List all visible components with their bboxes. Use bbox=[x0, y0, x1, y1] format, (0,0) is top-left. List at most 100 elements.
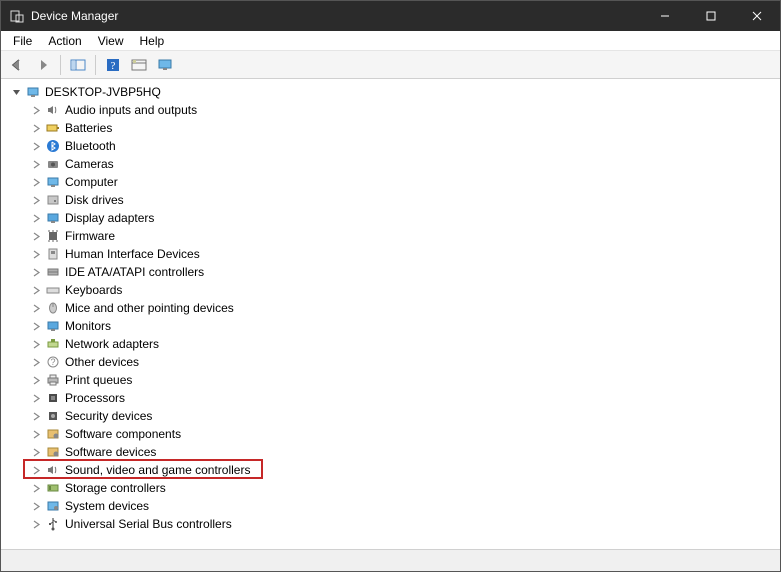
expander-icon[interactable] bbox=[29, 193, 43, 207]
tree-node[interactable]: Bluetooth bbox=[9, 137, 780, 155]
expander-icon[interactable] bbox=[29, 337, 43, 351]
tree-node-label: Processors bbox=[65, 391, 125, 405]
storage-icon bbox=[45, 480, 61, 496]
tree-node[interactable]: Monitors bbox=[9, 317, 780, 335]
tree-node[interactable]: Cameras bbox=[9, 155, 780, 173]
tree-node-label: Network adapters bbox=[65, 337, 159, 351]
tree-node[interactable]: Audio inputs and outputs bbox=[9, 101, 780, 119]
tree-node-label: System devices bbox=[65, 499, 149, 513]
expander-icon[interactable] bbox=[9, 85, 23, 99]
menu-help[interactable]: Help bbox=[132, 32, 173, 50]
expander-icon[interactable] bbox=[29, 301, 43, 315]
speaker-icon bbox=[45, 102, 61, 118]
sound-icon bbox=[45, 462, 61, 478]
displays-button[interactable] bbox=[153, 53, 177, 77]
expander-icon[interactable] bbox=[29, 427, 43, 441]
software-dev-icon bbox=[45, 444, 61, 460]
tree-node-label: Bluetooth bbox=[65, 139, 116, 153]
tree-node[interactable]: Processors bbox=[9, 389, 780, 407]
tree-node[interactable]: ? Other devices bbox=[9, 353, 780, 371]
tree-node[interactable]: Security devices bbox=[9, 407, 780, 425]
disk-icon bbox=[45, 192, 61, 208]
help-square-icon: ? bbox=[106, 58, 120, 72]
toolbar-separator bbox=[95, 55, 96, 75]
expander-icon[interactable] bbox=[29, 373, 43, 387]
status-bar bbox=[1, 549, 780, 571]
app-icon bbox=[9, 8, 25, 24]
expander-icon[interactable] bbox=[29, 157, 43, 171]
tree-node[interactable]: Mice and other pointing devices bbox=[9, 299, 780, 317]
tree-node[interactable]: Batteries bbox=[9, 119, 780, 137]
software-comp-icon bbox=[45, 426, 61, 442]
show-hide-button[interactable] bbox=[66, 53, 90, 77]
tree-node[interactable]: Firmware bbox=[9, 227, 780, 245]
tree-node[interactable]: Software components bbox=[9, 425, 780, 443]
menu-action[interactable]: Action bbox=[40, 32, 89, 50]
monitor-icon bbox=[45, 318, 61, 334]
tree-node[interactable]: Print queues bbox=[9, 371, 780, 389]
hid-icon bbox=[45, 246, 61, 262]
tree-node[interactable]: Computer bbox=[9, 173, 780, 191]
device-tree[interactable]: DESKTOP-JVBP5HQ Audio inputs and outputs… bbox=[1, 79, 780, 549]
tree-node[interactable]: Network adapters bbox=[9, 335, 780, 353]
tree-node[interactable]: IDE ATA/ATAPI controllers bbox=[9, 263, 780, 281]
minimize-button[interactable] bbox=[642, 1, 688, 31]
expander-icon[interactable] bbox=[29, 463, 43, 477]
tree-node[interactable]: Display adapters bbox=[9, 209, 780, 227]
expander-icon[interactable] bbox=[29, 481, 43, 495]
tree-node-label: Batteries bbox=[65, 121, 112, 135]
tree-node[interactable]: Keyboards bbox=[9, 281, 780, 299]
tree-node-label: Audio inputs and outputs bbox=[65, 103, 197, 117]
window-title: Device Manager bbox=[31, 9, 118, 23]
monitor-small-icon bbox=[157, 58, 173, 72]
expander-icon[interactable] bbox=[29, 391, 43, 405]
expander-icon[interactable] bbox=[29, 121, 43, 135]
tree-node[interactable]: System devices bbox=[9, 497, 780, 515]
back-button[interactable] bbox=[5, 53, 29, 77]
tree-node-label: Print queues bbox=[65, 373, 132, 387]
tree-node-label: Cameras bbox=[65, 157, 114, 171]
tree-node[interactable]: Disk drives bbox=[9, 191, 780, 209]
expander-icon[interactable] bbox=[29, 499, 43, 513]
expander-icon[interactable] bbox=[29, 229, 43, 243]
expander-icon[interactable] bbox=[29, 103, 43, 117]
expander-icon[interactable] bbox=[29, 247, 43, 261]
tree-node[interactable]: Storage controllers bbox=[9, 479, 780, 497]
menu-file[interactable]: File bbox=[5, 32, 40, 50]
computer-icon bbox=[45, 174, 61, 190]
other-icon: ? bbox=[45, 354, 61, 370]
cpu-icon bbox=[45, 390, 61, 406]
tree-node-label: Other devices bbox=[65, 355, 139, 369]
expander-icon[interactable] bbox=[29, 211, 43, 225]
keyboard-icon bbox=[45, 282, 61, 298]
display-icon bbox=[45, 210, 61, 226]
properties-button[interactable] bbox=[127, 53, 151, 77]
close-button[interactable] bbox=[734, 1, 780, 31]
expander-icon[interactable] bbox=[29, 355, 43, 369]
tree-node[interactable]: Human Interface Devices bbox=[9, 245, 780, 263]
tree-node-label: Disk drives bbox=[65, 193, 124, 207]
tree-node[interactable]: Software devices bbox=[9, 443, 780, 461]
forward-button[interactable] bbox=[31, 53, 55, 77]
mouse-icon bbox=[45, 300, 61, 316]
tree-node[interactable]: Sound, video and game controllers bbox=[9, 461, 780, 479]
tree-node-label: Software components bbox=[65, 427, 181, 441]
expander-icon[interactable] bbox=[29, 265, 43, 279]
title-bar: Device Manager bbox=[1, 1, 780, 31]
help-button[interactable]: ? bbox=[101, 53, 125, 77]
tree-node-label: Software devices bbox=[65, 445, 156, 459]
maximize-button[interactable] bbox=[688, 1, 734, 31]
expander-icon[interactable] bbox=[29, 319, 43, 333]
expander-icon[interactable] bbox=[29, 409, 43, 423]
chip-icon bbox=[45, 228, 61, 244]
expander-icon[interactable] bbox=[29, 283, 43, 297]
tree-root[interactable]: DESKTOP-JVBP5HQ bbox=[9, 83, 780, 101]
expander-icon[interactable] bbox=[29, 517, 43, 531]
menu-view[interactable]: View bbox=[90, 32, 132, 50]
expander-icon[interactable] bbox=[29, 445, 43, 459]
tree-node-label: Computer bbox=[65, 175, 118, 189]
svg-text:?: ? bbox=[111, 60, 116, 72]
tree-node[interactable]: Universal Serial Bus controllers bbox=[9, 515, 780, 533]
expander-icon[interactable] bbox=[29, 139, 43, 153]
expander-icon[interactable] bbox=[29, 175, 43, 189]
